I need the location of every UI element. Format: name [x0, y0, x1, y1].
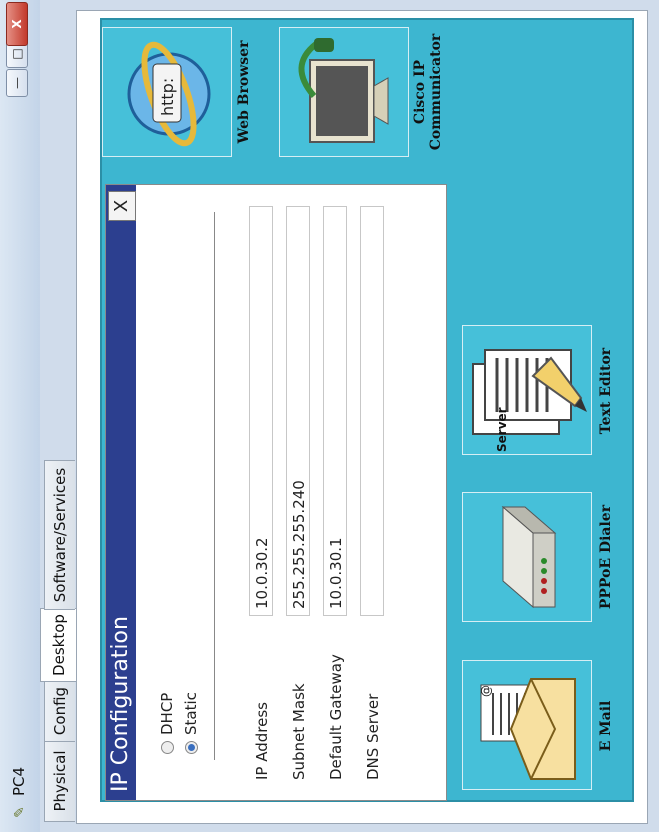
static-option[interactable]: Static: [182, 692, 200, 754]
web-browser-tile[interactable]: http:: [102, 27, 232, 157]
close-button[interactable]: X: [6, 2, 28, 46]
tab-bar: Physical Config Desktop Software/Service…: [40, 0, 77, 832]
email-label: E Mail: [598, 700, 614, 752]
default-gateway-label: Default Gateway: [327, 654, 345, 780]
minimize-button[interactable]: —: [6, 69, 28, 97]
dialog-header: IP Configuration X: [106, 185, 136, 800]
pc-icon: ✎: [12, 806, 28, 818]
cisco-ip-communicator-tile[interactable]: [279, 27, 409, 157]
tab-physical[interactable]: Physical: [44, 740, 75, 822]
email-app-tile[interactable]: @: [462, 660, 592, 790]
subnet-mask-field[interactable]: 255.255.255.240: [286, 206, 310, 616]
cisco-ip-communicator-label: Cisco IP Communicator: [412, 33, 444, 151]
pppoe-dialer-label: PPPoE Dialer: [598, 504, 614, 610]
dhcp-label: DHCP: [158, 692, 176, 735]
tab-desktop[interactable]: Desktop: [40, 608, 77, 682]
dialog-title: IP Configuration: [108, 616, 133, 792]
svg-text:@: @: [479, 685, 493, 697]
dns-server-field[interactable]: [360, 206, 384, 616]
rotated-window: ✎ PC4 — □ X Physical Config Desktop Soft…: [0, 0, 659, 832]
dhcp-radio[interactable]: [161, 741, 174, 754]
http-text: http:: [158, 78, 177, 116]
text-editor-label: Text Editor: [598, 347, 614, 435]
tab-software-services[interactable]: Software/Services: [44, 460, 75, 610]
server-label-obscured: Server: [495, 407, 509, 452]
subnet-mask-label: Subnet Mask: [290, 683, 308, 780]
default-gateway-field[interactable]: 10.0.30.1: [323, 206, 347, 616]
dialog-close-button[interactable]: X: [108, 191, 136, 221]
headset-monitor-icon: [298, 38, 389, 143]
ip-address-field[interactable]: 10.0.30.2: [249, 206, 273, 616]
separator: [214, 212, 215, 760]
dns-server-label: DNS Server: [364, 693, 382, 780]
tab-config[interactable]: Config: [44, 680, 75, 742]
globe-icon: http:: [127, 41, 211, 147]
web-browser-label: Web Browser: [236, 40, 252, 144]
pppoe-dialer-tile[interactable]: [462, 492, 592, 622]
dhcp-option[interactable]: DHCP: [158, 693, 176, 754]
ip-address-label: IP Address: [253, 702, 271, 780]
static-label: Static: [182, 692, 200, 735]
static-radio[interactable]: [185, 741, 198, 754]
ip-configuration-dialog: IP Configuration X DHCP Static IP Addres…: [105, 184, 447, 801]
title-bar[interactable]: ✎ PC4 — □ X: [0, 0, 40, 832]
text-editor-tile[interactable]: [462, 325, 592, 455]
text-editor-icon: [472, 349, 587, 435]
window-title: PC4: [10, 766, 28, 796]
email-icon: @: [479, 678, 576, 780]
modem-icon: [501, 505, 557, 609]
